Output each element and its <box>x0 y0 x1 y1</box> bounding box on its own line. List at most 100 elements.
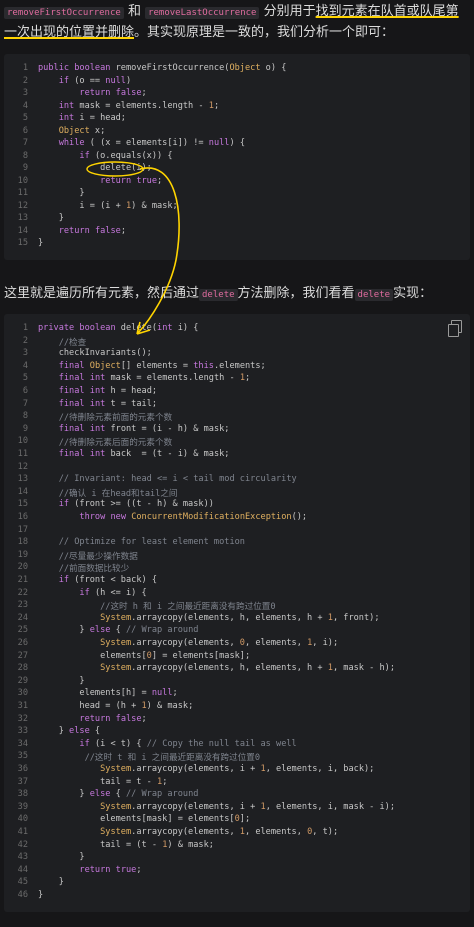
line-number: 14 <box>17 225 28 236</box>
intro-text-a: 分别用于 <box>263 4 316 19</box>
code-line: throw new ConcurrentModificationExceptio… <box>79 512 308 522</box>
line-number: 2 <box>22 335 28 346</box>
line-number: 30 <box>17 688 28 699</box>
line-number: 34 <box>17 738 28 749</box>
line-number: 44 <box>17 864 28 875</box>
line-number: 26 <box>17 638 28 648</box>
line-number: 33 <box>17 726 28 737</box>
line-number: 27 <box>17 650 28 661</box>
code-line: } else { // Wrap around <box>38 789 199 800</box>
line-number: 10 <box>17 175 28 186</box>
code-line: } <box>38 877 64 888</box>
code-line: return false; <box>58 225 126 236</box>
line-number: 29 <box>17 675 28 686</box>
code-line: if (h <= i) { <box>79 587 147 598</box>
line-number: 8 <box>22 411 28 422</box>
line-number: 2 <box>22 75 28 86</box>
code-line: } else { <box>38 726 101 737</box>
copy-icon[interactable] <box>448 320 462 337</box>
line-number: 35 <box>17 751 28 762</box>
code-line: while ( (x = elements[i]) != null) { <box>58 138 245 148</box>
mid-paragraph: 这里就是遍历所有元素，然后通过 delete 方法删除，我们看看 delete 实现： <box>4 284 470 305</box>
inline-code-remove-last: removeLastOccurrence <box>145 7 260 19</box>
line-number: 46 <box>17 890 28 900</box>
code-line: //前面数据比较少 <box>58 564 130 575</box>
code-line: //待删除元素后面的元素个数 <box>58 438 173 449</box>
code-line: checkInvariants(); <box>38 348 152 359</box>
line-number: 12 <box>17 461 28 472</box>
line-number: 5 <box>22 373 28 384</box>
code-line: System.arraycopy(elements, 1, elements, … <box>100 827 339 837</box>
line-number: 4 <box>22 100 28 111</box>
code-line: Object x; <box>58 125 106 136</box>
line-number: 37 <box>17 776 28 787</box>
line-number: 8 <box>22 150 28 161</box>
inline-code-delete-1: delete <box>199 289 238 301</box>
line-number: 6 <box>22 386 28 396</box>
code-line: int i = head; <box>58 113 126 123</box>
code-line: // Optimize for least element motion <box>58 537 245 548</box>
code-line: tail = t - 1; <box>38 776 168 787</box>
line-number: 9 <box>22 163 28 173</box>
code-line: if (o.equals(x)) { <box>79 150 173 161</box>
line-number: 7 <box>22 398 28 409</box>
line-number: 22 <box>17 587 28 598</box>
line-number: 15 <box>17 499 28 510</box>
code-line: //这时 h 和 i 之间最近距离没有跨过位置0 <box>100 602 276 613</box>
code-line: return true; <box>79 864 142 875</box>
line-number: 11 <box>17 449 28 459</box>
line-number: 24 <box>17 612 28 623</box>
mid-text-c: 实现： <box>393 286 433 301</box>
line-number: 20 <box>17 562 28 573</box>
line-number: 1 <box>22 323 28 333</box>
code-line: if (i < t) { // Copy the null tail as we… <box>79 738 297 749</box>
intro-paragraph: removeFirstOccurrence 和 removeLastOccurr… <box>4 2 470 43</box>
code-line: System.arraycopy(elements, i + 1, elemen… <box>100 764 375 774</box>
mid-text-b: 方法删除，我们看看 <box>237 286 355 301</box>
code-line: } <box>38 675 85 686</box>
code-line: delete(i); <box>38 163 152 173</box>
line-number: 36 <box>17 764 28 774</box>
line-number: 13 <box>17 474 28 485</box>
code-line: //检查 <box>58 337 87 348</box>
code-line: if (o == null) <box>58 75 132 86</box>
line-number: 3 <box>22 88 28 98</box>
line-number: 28 <box>17 663 28 674</box>
line-number: 1 <box>22 63 28 73</box>
code-line: final int h = head; <box>58 386 158 396</box>
code-line: System.arraycopy(elements, h, elements, … <box>100 612 380 623</box>
code-line: return false; <box>79 88 147 98</box>
code-line: tail = (t - 1) & mask; <box>38 839 214 850</box>
line-number: 32 <box>17 713 28 724</box>
line-number: 43 <box>17 852 28 863</box>
line-number: 13 <box>17 213 28 223</box>
line-number: 3 <box>22 348 28 359</box>
code-line: } <box>38 213 64 223</box>
line-number: 18 <box>17 537 28 548</box>
code-line: //这时 t 和 i 之间最近距离没有跨过位置0 <box>84 753 261 764</box>
inline-code-remove-first: removeFirstOccurrence <box>4 7 124 19</box>
code-line: final int back = (t - i) & mask; <box>58 449 230 459</box>
code-line: return true; <box>100 175 163 186</box>
code-line: System.arraycopy(elements, i + 1, elemen… <box>100 801 396 812</box>
line-number: 31 <box>17 701 28 711</box>
line-number: 6 <box>22 125 28 136</box>
line-number: 25 <box>17 625 28 636</box>
intro-and: 和 <box>127 4 141 19</box>
line-number: 10 <box>17 436 28 447</box>
code-line: } else { // Wrap around <box>38 625 199 636</box>
code-line: final Object[] elements = this.elements; <box>58 360 266 371</box>
inline-code-delete-2: delete <box>354 289 394 301</box>
line-number: 23 <box>17 600 28 611</box>
code-line: final int front = (i - h) & mask; <box>58 423 230 434</box>
code-line: return false; <box>79 713 147 724</box>
line-number: 39 <box>17 801 28 812</box>
code-line: } <box>38 188 85 198</box>
code-line: elements[h] = null; <box>38 688 178 699</box>
code-line: if (front >= ((t - h) & mask)) <box>58 499 214 510</box>
code-line: System.arraycopy(elements, h, elements, … <box>100 663 396 674</box>
code-line: elements[mask] = elements[0]; <box>38 814 251 825</box>
line-number: 19 <box>17 549 28 560</box>
line-number: 9 <box>22 423 28 434</box>
line-number: 15 <box>17 238 28 248</box>
